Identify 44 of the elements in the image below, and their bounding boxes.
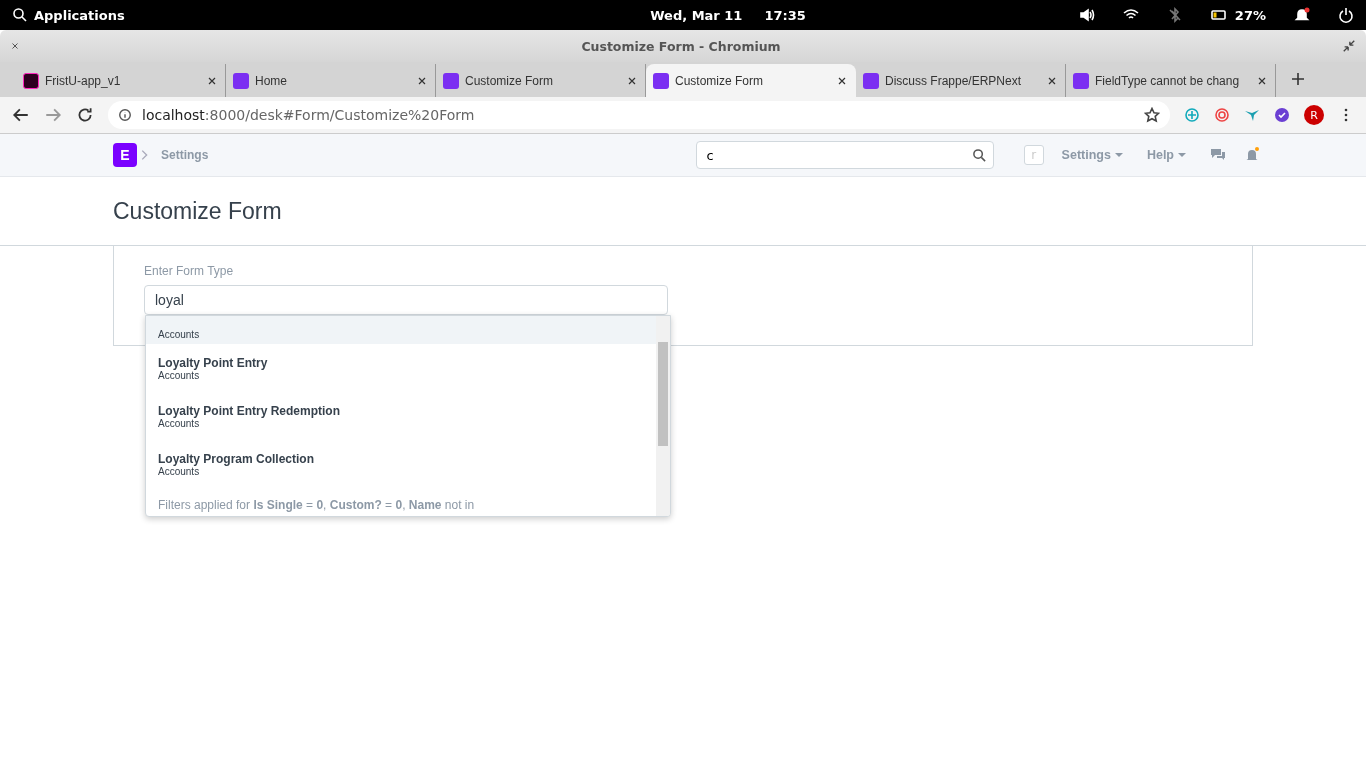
date-text: Wed, Mar 11: [650, 7, 743, 23]
clock-text: 17:35: [764, 7, 806, 23]
address-bar[interactable]: localhost:8000/desk#Form/Customize%20Form: [108, 101, 1170, 129]
window-title: Customize Form - Chromium: [580, 38, 782, 54]
info-icon[interactable]: [118, 108, 132, 122]
profile-avatar[interactable]: R: [1304, 105, 1324, 125]
applications-menu[interactable]: Applications: [34, 7, 125, 23]
favicon-icon: [443, 72, 459, 89]
page-title: Customize Form: [113, 197, 282, 225]
volume-icon[interactable]: [1078, 7, 1095, 23]
back-icon[interactable]: [12, 106, 30, 124]
suggestion-item[interactable]: Loyalty Program Collection Accounts: [146, 440, 656, 488]
extension-icon[interactable]: [1184, 107, 1200, 123]
power-icon[interactable]: [1338, 7, 1354, 23]
battery-percent: 27%: [1234, 7, 1266, 23]
check-badge-icon[interactable]: [1274, 107, 1290, 123]
suggestion-item[interactable]: Accounts: [146, 316, 656, 344]
bird-icon[interactable]: [1244, 107, 1260, 123]
favicon-icon: [1073, 72, 1089, 89]
forward-icon[interactable]: [44, 106, 62, 124]
suggestion-item[interactable]: Loyalty Point Entry Redemption Accounts: [146, 392, 656, 440]
suggestion-item[interactable]: Loyalty Point Entry Accounts: [146, 344, 656, 392]
field-label: Enter Form Type: [144, 264, 235, 278]
scrollbar[interactable]: [656, 316, 670, 516]
star-icon[interactable]: [1144, 107, 1160, 123]
notification-bell-icon[interactable]: [1294, 7, 1310, 23]
bluetooth-icon[interactable]: [1166, 7, 1183, 23]
browser-tab[interactable]: Customize Form: [646, 64, 856, 97]
favicon-icon: [23, 72, 39, 89]
search-icon[interactable]: [12, 7, 28, 23]
close-icon[interactable]: [10, 41, 20, 51]
restore-icon[interactable]: [1342, 39, 1356, 53]
favicon-icon: [863, 72, 879, 89]
filter-note: Filters applied for Is Single = 0, Custom? = 0, Name not in: [157, 497, 476, 514]
favicon-icon: [233, 72, 249, 89]
form-type-field[interactable]: loyal: [144, 285, 668, 315]
search-field[interactable]: c: [695, 141, 994, 169]
search-icon[interactable]: [971, 147, 987, 163]
app-logo[interactable]: E: [113, 143, 137, 167]
reload-icon[interactable]: [76, 106, 94, 124]
extension-icon[interactable]: [1214, 107, 1230, 123]
battery-icon[interactable]: [1210, 7, 1227, 23]
new-tab-icon[interactable]: [1290, 71, 1306, 87]
favicon-icon: [653, 72, 669, 89]
